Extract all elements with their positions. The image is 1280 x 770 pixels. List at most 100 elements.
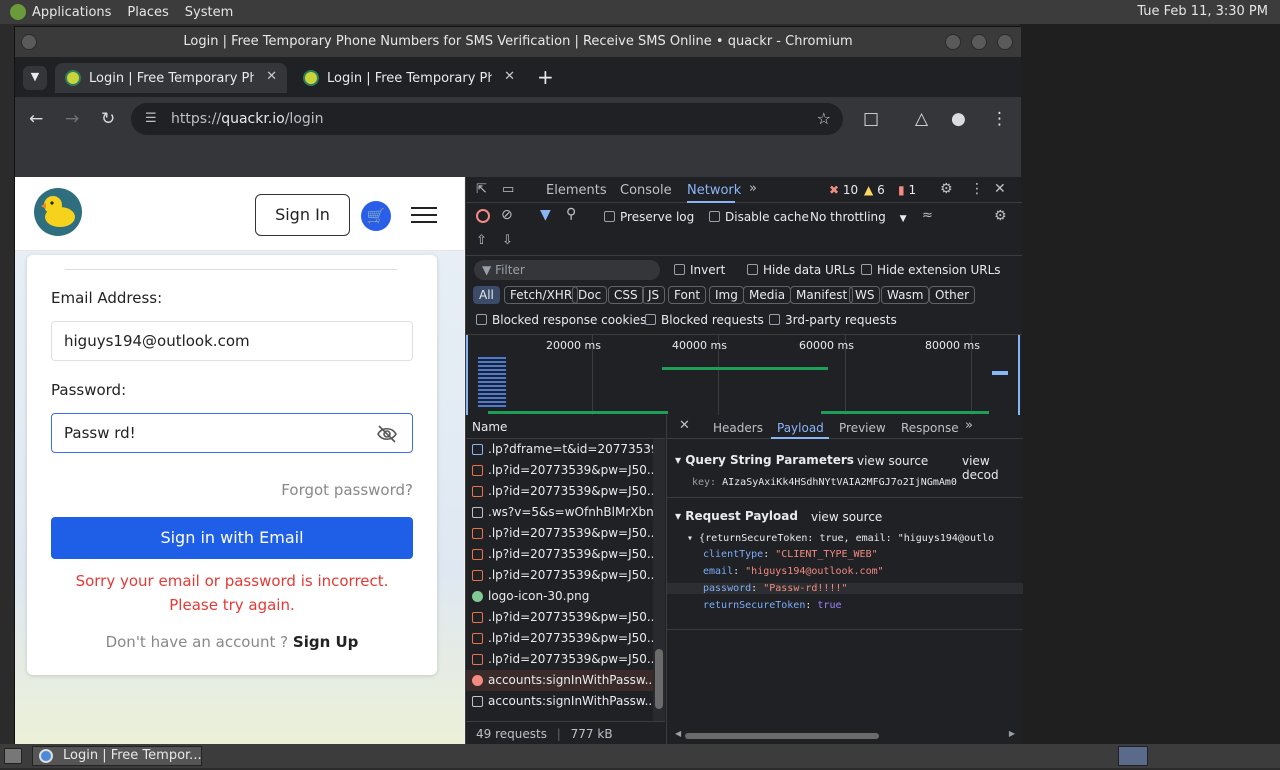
- tab-login-2[interactable]: Login | Free Temporary Phone Numbers ✕: [293, 63, 525, 93]
- import-har-icon[interactable]: ⇧: [476, 233, 487, 248]
- blocked-requests-checkbox[interactable]: Blocked requests: [645, 313, 764, 327]
- address-bar[interactable]: ☰ https://quackr.io/login ☆: [131, 103, 843, 135]
- more-detail-tabs-icon[interactable]: »: [965, 418, 973, 433]
- detail-tab-payload[interactable]: Payload: [777, 421, 824, 435]
- request-row[interactable]: .lp?id=20773539&pw=J50...: [466, 481, 654, 502]
- sign-up-link[interactable]: Sign Up: [293, 633, 359, 651]
- close-window-button[interactable]: [997, 34, 1013, 50]
- query-string-section-header[interactable]: ▾ Query String Parameters: [675, 453, 854, 467]
- preserve-log-checkbox[interactable]: Preserve log: [604, 210, 694, 224]
- detail-tab-preview[interactable]: Preview: [839, 421, 886, 435]
- menu-system[interactable]: System: [185, 5, 233, 20]
- menu-places[interactable]: Places: [127, 5, 168, 20]
- clear-icon[interactable]: ⊘: [501, 207, 513, 223]
- taskbar-window-button[interactable]: Login | Free Tempor...: [32, 746, 202, 766]
- detail-tab-response[interactable]: Response: [901, 421, 959, 435]
- network-settings-gear-icon[interactable]: ⚙: [994, 208, 1007, 224]
- filter-input[interactable]: ▼ Filter: [474, 260, 660, 280]
- site-info-icon[interactable]: ☰: [145, 103, 157, 135]
- error-count-badge[interactable]: ✖ 10: [829, 183, 858, 197]
- tab-close-icon[interactable]: ✕: [504, 69, 515, 84]
- close-devtools-icon[interactable]: ✕: [994, 181, 1006, 197]
- inspect-element-icon[interactable]: ⇱: [476, 182, 487, 197]
- cart-icon[interactable]: 🛒: [361, 201, 391, 231]
- maximize-button[interactable]: [971, 34, 987, 50]
- timeline-selection-handle-right[interactable]: [1018, 335, 1020, 415]
- close-detail-icon[interactable]: ✕: [679, 418, 690, 433]
- detail-tab-headers[interactable]: Headers: [713, 421, 763, 435]
- payload-field-clientType[interactable]: clientType: "CLIENT_TYPE_WEB": [703, 549, 878, 560]
- show-desktop-icon[interactable]: [4, 748, 22, 764]
- sign-in-with-email-button[interactable]: Sign in with Email: [51, 517, 413, 559]
- type-filter-other[interactable]: Other: [929, 286, 976, 304]
- filter-funnel-icon[interactable]: ▼: [540, 207, 551, 223]
- issue-count-badge[interactable]: ▮ 1: [898, 183, 916, 197]
- invert-checkbox[interactable]: Invert: [674, 263, 725, 277]
- email-field[interactable]: higuys194@outlook.com: [51, 321, 413, 361]
- request-row[interactable]: accounts:signInWithPassw...: [466, 670, 654, 691]
- throttling-select[interactable]: No throttling ▼: [810, 210, 907, 224]
- request-row[interactable]: .lp?id=20773539&pw=J50...: [466, 565, 654, 586]
- type-filter-ws[interactable]: WS: [849, 286, 881, 304]
- tab-close-icon[interactable]: ✕: [266, 69, 277, 84]
- blocked-cookies-checkbox[interactable]: Blocked response cookies: [476, 313, 646, 327]
- reload-icon[interactable]: ↻: [101, 109, 115, 129]
- timeline-selection-handle-left[interactable]: [466, 335, 468, 415]
- request-row[interactable]: .lp?dframe=t&id=20773539&pw=J50...: [466, 439, 654, 460]
- quackr-logo-icon[interactable]: [33, 187, 83, 237]
- export-har-icon[interactable]: ⇩: [502, 233, 513, 248]
- type-filter-doc[interactable]: Doc: [572, 286, 608, 304]
- request-row[interactable]: accounts:signInWithPassw...: [466, 691, 654, 712]
- name-column-header[interactable]: Name: [466, 415, 665, 439]
- request-row[interactable]: .lp?id=20773539&pw=J50...: [466, 460, 654, 481]
- request-row[interactable]: .lp?id=20773539&pw=J50...: [466, 607, 654, 628]
- third-party-checkbox[interactable]: 3rd-party requests: [769, 313, 897, 327]
- type-filter-wasm[interactable]: Wasm: [881, 286, 930, 304]
- request-row[interactable]: .lp?id=20773539&pw=J50...: [466, 628, 654, 649]
- tab-network[interactable]: Network: [687, 183, 741, 198]
- back-icon[interactable]: ←: [29, 109, 43, 129]
- hide-extension-urls-checkbox[interactable]: Hide extension URLs: [861, 263, 1001, 277]
- devtools-menu-icon[interactable]: ⋮: [970, 181, 984, 197]
- settings-gear-icon[interactable]: ⚙: [940, 181, 953, 197]
- menu-kebab-icon[interactable]: ⋮: [991, 109, 1008, 129]
- device-toolbar-icon[interactable]: ▭: [502, 182, 514, 197]
- search-icon[interactable]: ⚲: [566, 206, 576, 222]
- disable-cache-checkbox[interactable]: Disable cache: [709, 210, 809, 224]
- new-tab-icon[interactable]: +: [537, 65, 554, 89]
- request-row[interactable]: logo-icon-30.png: [466, 586, 654, 607]
- extensions-icon[interactable]: □: [863, 109, 879, 129]
- window-titlebar[interactable]: Login | Free Temporary Phone Numbers for…: [15, 27, 1021, 57]
- distro-icon[interactable]: [10, 4, 26, 20]
- bookmark-star-icon[interactable]: ☆: [817, 103, 831, 135]
- qs-view-source-link[interactable]: view source: [857, 454, 928, 468]
- password-field[interactable]: Passw rd!: [51, 413, 413, 453]
- forgot-password-link[interactable]: Forgot password?: [281, 481, 413, 499]
- request-list-scrollbar[interactable]: [653, 439, 665, 721]
- profile-icon[interactable]: ●: [951, 109, 966, 129]
- network-conditions-icon[interactable]: ≈: [922, 208, 933, 223]
- hamburger-menu-icon[interactable]: [411, 207, 437, 225]
- forward-icon[interactable]: →: [65, 109, 79, 129]
- tab-elements[interactable]: Elements: [546, 183, 607, 198]
- request-row[interactable]: .lp?id=20773539&pw=J50...: [466, 649, 654, 670]
- payload-field-returnSecureToken[interactable]: returnSecureToken: true: [703, 600, 842, 611]
- request-row[interactable]: .lp?id=20773539&pw=J50...: [466, 523, 654, 544]
- type-filter-css[interactable]: CSS: [608, 286, 644, 304]
- record-stop-icon[interactable]: [476, 209, 490, 223]
- menu-applications[interactable]: Applications: [32, 5, 111, 20]
- minimize-button[interactable]: [945, 34, 961, 50]
- tab-login-1[interactable]: Login | Free Temporary Phone Numbers ✕: [55, 63, 287, 93]
- rp-view-source-link[interactable]: view source: [811, 510, 882, 524]
- toggle-visibility-icon[interactable]: [376, 423, 398, 445]
- tab-console[interactable]: Console: [620, 183, 672, 198]
- request-row[interactable]: .lp?id=20773539&pw=J50...: [466, 544, 654, 565]
- header-sign-in-button[interactable]: Sign In: [255, 194, 350, 236]
- type-filter-manifest[interactable]: Manifest: [790, 286, 854, 304]
- type-filter-js[interactable]: JS: [642, 286, 666, 304]
- request-row[interactable]: .ws?v=5&s=wOfnhBlMrXbn...: [466, 502, 654, 523]
- hide-data-urls-checkbox[interactable]: Hide data URLs: [747, 263, 855, 277]
- type-filter-all[interactable]: All: [473, 286, 500, 304]
- clock[interactable]: Tue Feb 11, 3:30 PM: [1137, 4, 1268, 19]
- detail-horizontal-scrollbar[interactable]: ◀ ▶: [675, 729, 1015, 741]
